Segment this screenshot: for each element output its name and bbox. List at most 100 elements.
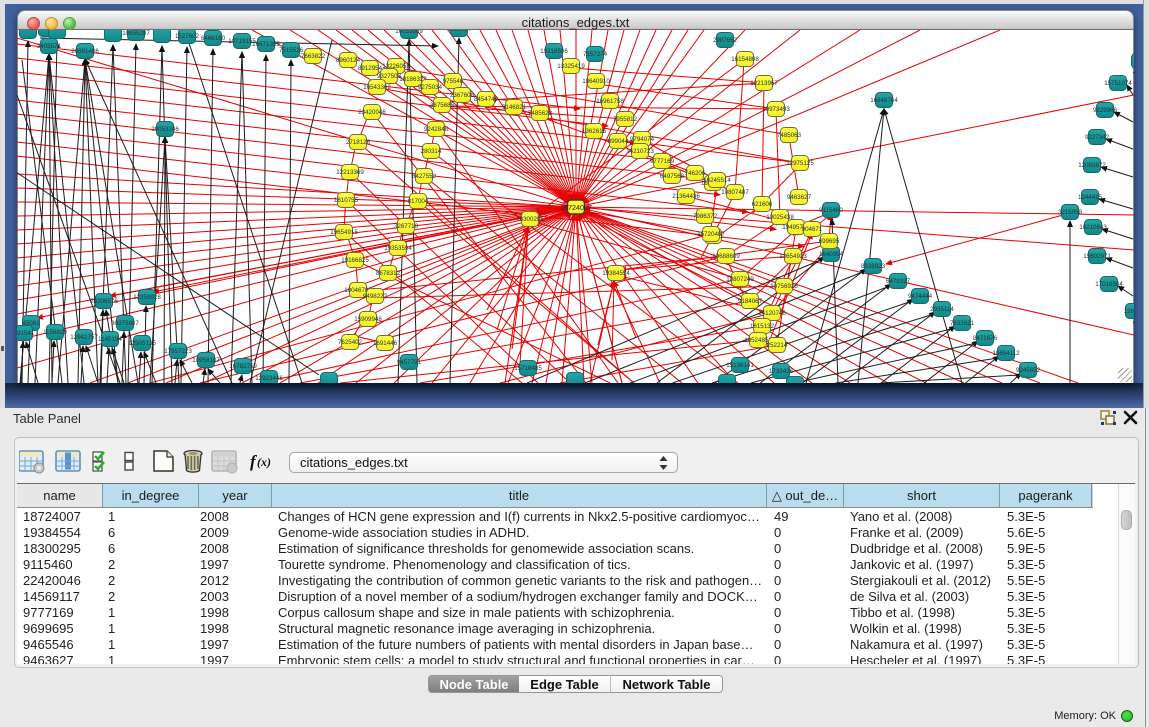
svg-text:12942757: 12942757 bbox=[70, 334, 98, 341]
svg-text:252214: 252214 bbox=[767, 342, 788, 349]
svg-text:10688609: 10688609 bbox=[712, 253, 740, 260]
svg-text:12975125: 12975125 bbox=[786, 160, 814, 167]
svg-text:8454749: 8454749 bbox=[474, 96, 499, 103]
svg-text:21364436: 21364436 bbox=[672, 193, 700, 200]
svg-text:15136141: 15136141 bbox=[726, 362, 754, 369]
svg-text:16053809: 16053809 bbox=[395, 30, 423, 35]
svg-text:1362615: 1362615 bbox=[582, 128, 607, 135]
svg-text:9777169: 9777169 bbox=[650, 158, 675, 165]
svg-text:817004: 817004 bbox=[408, 198, 429, 205]
svg-text:16848764: 16848764 bbox=[870, 97, 898, 104]
svg-text:9794074: 9794074 bbox=[630, 136, 655, 143]
svg-text:15720407: 15720407 bbox=[697, 231, 725, 238]
svg-text:1691446: 1691446 bbox=[373, 340, 398, 347]
svg-text:19353594: 19353594 bbox=[384, 245, 412, 252]
svg-text:16671355: 16671355 bbox=[252, 41, 280, 48]
svg-text:17957223: 17957223 bbox=[164, 348, 192, 355]
svg-text:13325419: 13325419 bbox=[557, 63, 585, 70]
svg-text:8678312: 8678312 bbox=[376, 270, 401, 277]
svg-text:9498222: 9498222 bbox=[363, 293, 388, 300]
svg-text:18724007: 18724007 bbox=[560, 203, 592, 212]
svg-text:8813054: 8813054 bbox=[447, 30, 472, 33]
svg-text:10756928: 10756928 bbox=[770, 283, 798, 290]
svg-text:9242848: 9242848 bbox=[424, 126, 449, 133]
svg-text:1640954: 1640954 bbox=[819, 251, 844, 258]
svg-text:2987652: 2987652 bbox=[713, 37, 738, 44]
svg-text:391541: 391541 bbox=[17, 330, 35, 337]
svg-text:8471676: 8471676 bbox=[973, 335, 998, 342]
svg-text:8912954: 8912954 bbox=[358, 65, 383, 72]
svg-text:2718126: 2718126 bbox=[346, 139, 371, 146]
svg-text:746206: 746206 bbox=[685, 170, 706, 177]
svg-text:9457791: 9457791 bbox=[397, 359, 422, 366]
svg-text:19218506: 19218506 bbox=[540, 48, 568, 55]
svg-text:9463627: 9463627 bbox=[787, 194, 812, 201]
svg-text:6479197: 6479197 bbox=[886, 278, 911, 285]
svg-text:6497568: 6497568 bbox=[660, 173, 685, 180]
svg-text:12505135: 12505135 bbox=[128, 340, 156, 347]
svg-text:7955812: 7955812 bbox=[613, 116, 638, 123]
svg-text:3267710: 3267710 bbox=[394, 223, 419, 230]
svg-text:17016504: 17016504 bbox=[1095, 281, 1123, 288]
svg-text:16154808: 16154808 bbox=[731, 56, 759, 63]
svg-text:16782759: 16782759 bbox=[229, 363, 257, 370]
svg-text:8427552: 8427552 bbox=[412, 173, 437, 180]
svg-text:1615132: 1615132 bbox=[750, 323, 775, 330]
svg-text:10855287: 10855287 bbox=[122, 30, 150, 37]
svg-text:1527602: 1527602 bbox=[175, 33, 200, 40]
svg-text:(x): (x) bbox=[257, 455, 271, 469]
svg-text:12213369: 12213369 bbox=[336, 169, 364, 176]
svg-text:9184067: 9184067 bbox=[738, 298, 763, 305]
svg-text:16210643: 16210643 bbox=[1079, 224, 1107, 231]
svg-text:1610755: 1610755 bbox=[334, 197, 359, 204]
svg-text:3215958: 3215958 bbox=[1058, 209, 1083, 216]
svg-text:7515526: 7515526 bbox=[279, 47, 304, 54]
svg-text:7625402: 7625402 bbox=[338, 339, 363, 346]
svg-text:15692971: 15692971 bbox=[1083, 253, 1111, 260]
svg-text:8938923: 8938923 bbox=[861, 263, 886, 270]
svg-text:15751074: 15751074 bbox=[1104, 80, 1132, 87]
svg-text:899044: 899044 bbox=[608, 138, 629, 145]
svg-text:29053346: 29053346 bbox=[151, 126, 179, 133]
svg-text:126753: 126753 bbox=[1124, 308, 1134, 315]
svg-text:621606: 621606 bbox=[752, 201, 773, 208]
svg-text:904671: 904671 bbox=[802, 226, 823, 233]
svg-text:20206576: 20206576 bbox=[90, 298, 118, 305]
svg-text:7632621: 7632621 bbox=[950, 320, 975, 327]
svg-text:13654923: 13654923 bbox=[779, 253, 807, 260]
svg-text:9146821: 9146821 bbox=[502, 104, 527, 111]
svg-text:9275034: 9275034 bbox=[418, 84, 443, 91]
svg-text:9329966: 9329966 bbox=[1093, 107, 1118, 114]
svg-text:19654915: 19654915 bbox=[330, 229, 358, 236]
svg-text:6466160: 6466160 bbox=[201, 35, 226, 42]
svg-text:1145194: 1145194 bbox=[98, 336, 122, 343]
svg-text:280314: 280314 bbox=[421, 148, 442, 155]
svg-text:1733426: 1733426 bbox=[769, 368, 794, 375]
svg-text:16961758: 16961758 bbox=[596, 98, 624, 105]
svg-text:20691406: 20691406 bbox=[71, 48, 99, 55]
svg-text:7986372: 7986372 bbox=[693, 213, 718, 220]
svg-text:12359928: 12359928 bbox=[133, 294, 161, 301]
svg-text:18807249: 18807249 bbox=[726, 276, 754, 283]
svg-text:3875685: 3875685 bbox=[430, 102, 455, 109]
svg-text:14210723: 14210723 bbox=[626, 148, 654, 155]
svg-text:699695: 699695 bbox=[819, 238, 840, 245]
svg-text:10807487: 10807487 bbox=[721, 189, 749, 196]
svg-text:19166825: 19166825 bbox=[341, 257, 369, 264]
svg-text:9327503: 9327503 bbox=[377, 73, 402, 80]
svg-text:23420046: 23420046 bbox=[358, 109, 386, 116]
svg-text:1156829: 1156829 bbox=[43, 329, 67, 336]
svg-text:18300295: 18300295 bbox=[516, 216, 544, 223]
svg-text:1244415: 1244415 bbox=[1078, 194, 1103, 201]
svg-text:14120746: 14120746 bbox=[758, 310, 786, 317]
svg-text:2405571: 2405571 bbox=[37, 43, 62, 50]
svg-text:10973493: 10973493 bbox=[762, 106, 790, 113]
svg-text:7485628: 7485628 bbox=[528, 110, 553, 117]
svg-text:12093872: 12093872 bbox=[1078, 162, 1106, 169]
svg-text:7357274: 7357274 bbox=[583, 51, 608, 58]
svg-text:9474444: 9474444 bbox=[908, 293, 933, 300]
svg-text:2935114: 2935114 bbox=[930, 306, 954, 313]
svg-text:12213967: 12213967 bbox=[750, 80, 778, 87]
svg-text:30975887: 30975887 bbox=[111, 320, 139, 327]
svg-text:9227342: 9227342 bbox=[1085, 134, 1110, 141]
